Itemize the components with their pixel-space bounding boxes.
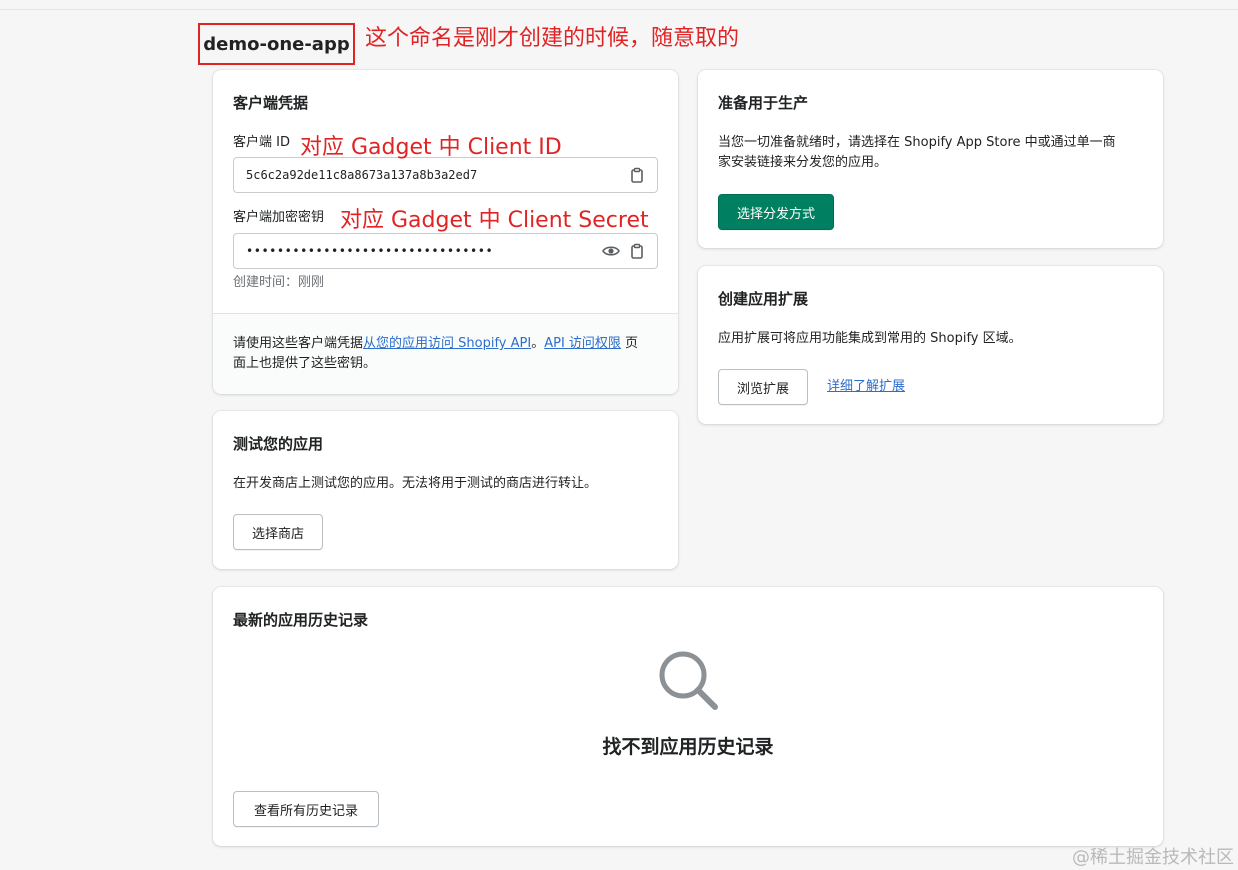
choose-distribution-button[interactable]: 选择分发方式 (718, 194, 834, 230)
app-history-card: 最新的应用历史记录 找不到应用历史记录 查看所有历史记录 (213, 587, 1163, 846)
production-card: 准备用于生产 当您一切准备就绪时，请选择在 Shopify App Store … (698, 70, 1163, 248)
clipboard-icon (631, 243, 643, 259)
clipboard-icon (631, 167, 643, 183)
client-id-value: 5c6c2a92de11c8a8673a137a8b3a2ed7 (246, 168, 478, 182)
credentials-footer-text: 请使用这些客户端凭据从您的应用访问 Shopify API。API 访问权限 页… (233, 336, 639, 371)
client-secret-field[interactable]: •••••••••••••••••••••••••••••••• (233, 233, 658, 269)
extensions-card: 创建应用扩展 应用扩展可将应用功能集成到常用的 Shopify 区域。 浏览扩展… (698, 266, 1163, 424)
client-id-field[interactable]: 5c6c2a92de11c8a8673a137a8b3a2ed7 (233, 157, 658, 193)
test-app-title: 测试您的应用 (233, 435, 324, 453)
extensions-title: 创建应用扩展 (718, 290, 809, 308)
test-app-description: 在开发商店上测试您的应用。无法将用于测试的商店进行转让。 (233, 476, 598, 491)
browse-extensions-button[interactable]: 浏览扩展 (718, 369, 808, 405)
copy-client-secret-button[interactable] (627, 241, 647, 261)
created-time: 创建时间：刚刚 (233, 275, 325, 290)
page-title: demo-one-app (203, 33, 350, 55)
client-secret-value: •••••••••••••••••••••••••••••••• (246, 244, 494, 258)
api-access-link[interactable]: API 访问权限 (544, 336, 621, 351)
top-bar-divider (0, 0, 1238, 10)
client-credentials-title: 客户端凭据 (233, 94, 309, 112)
credentials-footer: 请使用这些客户端凭据从您的应用访问 Shopify API。API 访问权限 页… (213, 313, 678, 394)
search-icon (659, 651, 718, 710)
client-id-label: 客户端 ID (233, 135, 290, 150)
access-shopify-api-link[interactable]: 从您的应用访问 Shopify API (363, 336, 531, 351)
production-title: 准备用于生产 (718, 94, 809, 112)
eye-icon (602, 246, 620, 256)
extensions-description: 应用扩展可将应用功能集成到常用的 Shopify 区域。 (718, 331, 1022, 346)
view-all-history-button[interactable]: 查看所有历史记录 (233, 791, 379, 827)
empty-history-message: 找不到应用历史记录 (602, 736, 774, 758)
annotation-client-secret: 对应 Gadget 中 Client Secret (340, 208, 649, 233)
client-secret-label: 客户端加密密钥 (233, 210, 325, 225)
select-store-button[interactable]: 选择商店 (233, 514, 323, 550)
annotation-title-note: 这个命名是刚才创建的时候，随意取的 (365, 26, 740, 51)
test-app-card: 测试您的应用 在开发商店上测试您的应用。无法将用于测试的商店进行转让。 选择商店 (213, 411, 678, 569)
toggle-secret-visibility-button[interactable] (601, 241, 621, 261)
watermark: @稀土掘金技术社区 (1072, 847, 1234, 868)
app-title-highlight: demo-one-app (198, 23, 355, 65)
app-history-title: 最新的应用历史记录 (233, 611, 369, 629)
annotation-client-id: 对应 Gadget 中 Client ID (300, 135, 562, 160)
copy-client-id-button[interactable] (627, 165, 647, 185)
learn-more-extensions-link[interactable]: 详细了解扩展 (827, 377, 905, 397)
production-description: 当您一切准备就绪时，请选择在 Shopify App Store 中或通过单一商… (718, 135, 1116, 170)
